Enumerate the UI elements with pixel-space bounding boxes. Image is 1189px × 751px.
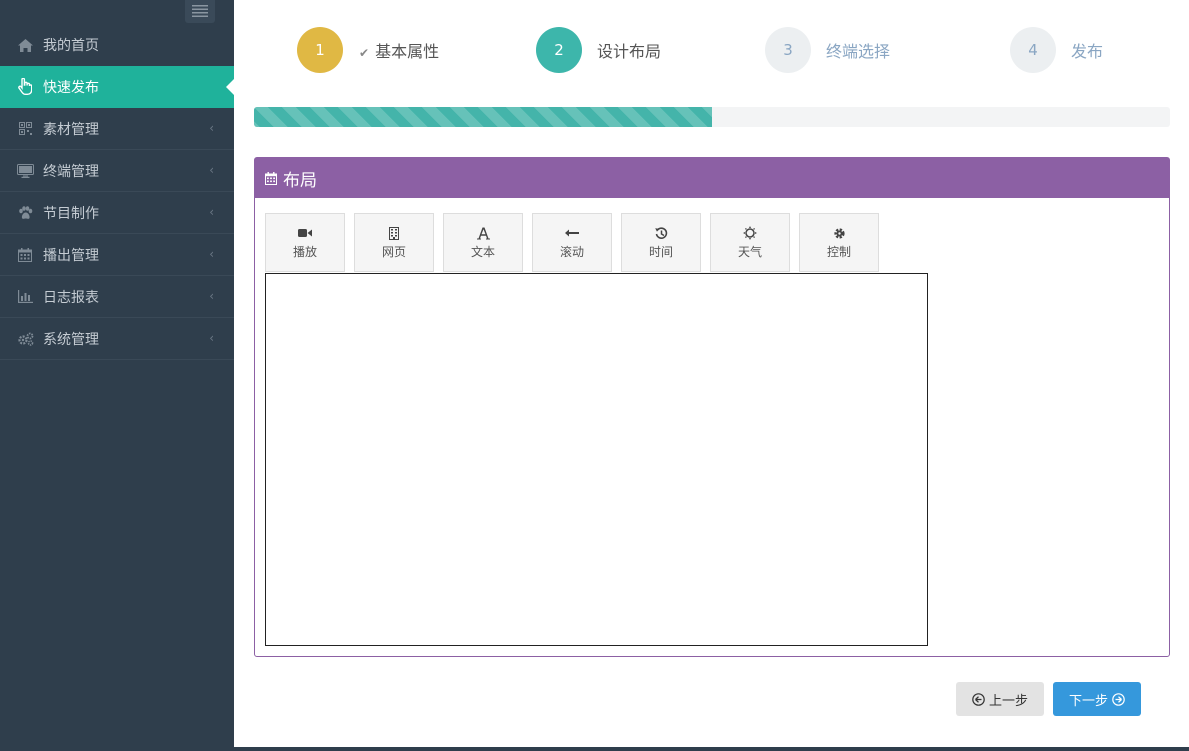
wizard-step-1[interactable]: 1 ✔ 基本属性: [297, 27, 439, 73]
next-step-label: 下一步: [1068, 693, 1108, 709]
arrow-left-icon: [565, 226, 579, 240]
step-label: 发布: [1071, 42, 1104, 61]
tool-label: 控制: [826, 245, 851, 259]
step-number-circle: 3: [765, 27, 811, 73]
tool-webpage-button[interactable]: 网页: [354, 213, 434, 272]
tool-label: 网页: [381, 245, 406, 259]
tool-control-button[interactable]: 控制: [799, 213, 879, 272]
step-number-circle: 1: [297, 27, 343, 73]
next-step-button[interactable]: 下一步: [1053, 682, 1141, 716]
sidebar: 我的首页 快速发布 素材管理 ‹ 终端管理 ‹ 节目制作 ‹ 播出管理 ‹ 日志…: [0, 0, 234, 751]
tool-label: 文本: [470, 245, 495, 259]
step-number-circle: 2: [536, 27, 582, 73]
sidebar-item-reports[interactable]: 日志报表 ‹: [0, 276, 234, 318]
progress-fill: [254, 107, 712, 127]
wizard-step-3[interactable]: 3 终端选择: [765, 27, 890, 73]
wizard-step-4[interactable]: 4 发布: [1010, 27, 1103, 73]
font-icon: [476, 226, 490, 240]
sidebar-item-label: 我的首页: [43, 38, 99, 54]
chevron-left-icon: ‹: [209, 205, 214, 219]
sidebar-item-label: 终端管理: [43, 163, 99, 180]
calendar-icon: [265, 171, 277, 185]
cog-icon: [833, 226, 846, 240]
tool-weather-button[interactable]: 天气: [710, 213, 790, 272]
previous-step-label: 上一步: [988, 693, 1028, 709]
arrow-circle-right-icon: [1112, 692, 1125, 706]
chevron-left-icon: ‹: [209, 289, 214, 303]
building-icon: [389, 226, 399, 240]
tool-time-button[interactable]: 时间: [621, 213, 701, 272]
step-label-text: 基本属性: [375, 42, 440, 61]
sidebar-item-label: 素材管理: [43, 121, 99, 138]
home-icon: [16, 36, 34, 54]
panel-title: 布局: [283, 170, 317, 191]
hand-pointer-icon: [16, 78, 34, 96]
sidebar-toggle-button[interactable]: [185, 0, 215, 23]
sidebar-item-label: 播出管理: [43, 247, 99, 264]
bottom-strip: [234, 747, 1189, 751]
step-number-circle: 4: [1010, 27, 1056, 73]
sidebar-item-system[interactable]: 系统管理 ‹: [0, 318, 234, 360]
sidebar-item-home[interactable]: 我的首页: [0, 24, 234, 66]
paw-icon: [16, 204, 34, 222]
wizard-step-2[interactable]: 2 设计布局: [536, 27, 661, 73]
chevron-left-icon: ‹: [209, 121, 214, 135]
sidebar-item-materials[interactable]: 素材管理 ‹: [0, 108, 234, 150]
tool-label: 天气: [737, 245, 762, 259]
sidebar-item-label: 系统管理: [43, 331, 99, 348]
previous-step-button[interactable]: 上一步: [956, 682, 1044, 716]
sidebar-item-terminals[interactable]: 终端管理 ‹: [0, 150, 234, 192]
tool-play-button[interactable]: 播放: [265, 213, 345, 272]
main-content: 1 ✔ 基本属性 2 设计布局 3 终端选择 4 发布 布局 播放 网页 文本 …: [234, 0, 1189, 751]
step-label: ✔ 基本属性: [359, 38, 439, 62]
sidebar-menu: 我的首页 快速发布 素材管理 ‹ 终端管理 ‹ 节目制作 ‹ 播出管理 ‹ 日志…: [0, 24, 234, 360]
tool-label: 滚动: [559, 245, 584, 259]
sidebar-item-quick-publish[interactable]: 快速发布: [0, 66, 234, 108]
video-camera-icon: [298, 226, 312, 240]
step-label: 设计布局: [597, 42, 662, 61]
step-label: 终端选择: [826, 42, 891, 61]
sidebar-item-broadcast[interactable]: 播出管理 ‹: [0, 234, 234, 276]
layout-design-canvas[interactable]: [265, 273, 928, 646]
gears-icon: [16, 330, 34, 348]
check-icon: ✔: [359, 46, 370, 60]
arrow-circle-left-icon: [972, 692, 985, 706]
chevron-left-icon: ‹: [209, 163, 214, 177]
sun-icon: [743, 226, 757, 240]
tool-label: 播放: [292, 245, 317, 259]
chevron-left-icon: ‹: [209, 247, 214, 261]
sidebar-item-label: 节目制作: [43, 205, 99, 222]
layout-panel: 布局 播放 网页 文本 滚动 时间 天气 控制: [254, 157, 1170, 657]
sidebar-item-label: 快速发布: [43, 79, 99, 96]
calendar-icon: [16, 246, 34, 264]
sidebar-item-label: 日志报表: [43, 289, 99, 306]
panel-header: 布局: [255, 158, 1169, 198]
tool-label: 时间: [648, 245, 673, 259]
tool-scroll-button[interactable]: 滚动: [532, 213, 612, 272]
monitor-icon: [16, 162, 34, 180]
menu-lines-icon: [192, 2, 208, 21]
tool-text-button[interactable]: 文本: [443, 213, 523, 272]
layout-toolbar: 播放 网页 文本 滚动 时间 天气 控制: [265, 213, 888, 272]
chevron-left-icon: ‹: [209, 331, 214, 345]
history-icon: [654, 226, 668, 240]
qrcode-icon: [16, 120, 34, 138]
bar-chart-icon: [16, 288, 34, 306]
wizard-progress-bar: [254, 107, 1170, 127]
sidebar-item-programs[interactable]: 节目制作 ‹: [0, 192, 234, 234]
